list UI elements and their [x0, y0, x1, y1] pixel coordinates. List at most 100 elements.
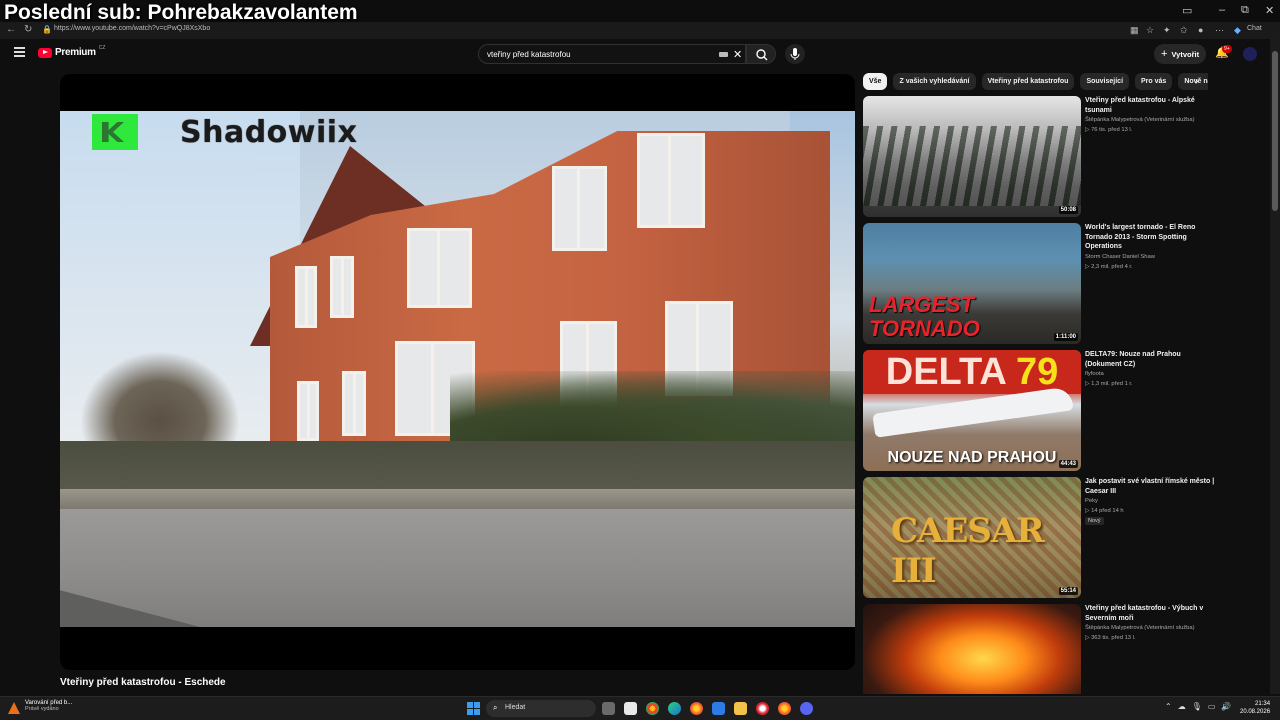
- duration-badge: 50:08: [1058, 206, 1078, 214]
- duration-badge: 1:11:00: [1053, 333, 1078, 341]
- url-field[interactable]: https://www.youtube.com/watch?v=cPwQJ8Xs…: [54, 25, 210, 32]
- channel-name[interactable]: Štěpánka Malypetrová (Veterinární služba…: [1085, 117, 1195, 123]
- site-info-icon[interactable]: 🔒: [42, 25, 52, 34]
- edge-icon[interactable]: [668, 702, 681, 715]
- recommendation-item[interactable]: Vteřiny před katastrofou - Výbuch v Seve…: [863, 604, 1223, 694]
- system-tray[interactable]: ⌃ ☁ 🎙 ▭ 🔊: [1165, 702, 1231, 711]
- youtube-logo[interactable]: Premium CZ: [38, 45, 105, 58]
- start-icon[interactable]: [467, 702, 480, 715]
- recommendation-title[interactable]: Vteřiny před katastrofou - Alpské tsunam…: [1085, 96, 1215, 115]
- more-icon[interactable]: ⋯: [1215, 25, 1225, 35]
- video-meta: ▷ 1,3 mil. před 1 r.: [1085, 381, 1133, 387]
- recommendation-title[interactable]: DELTA79: Nouze nad Prahou (Dokument CZ): [1085, 350, 1215, 369]
- recommendation-item[interactable]: DELTA 79 NOUZE NAD PRAHOU 44:43 DELTA79:…: [863, 350, 1223, 472]
- channel-name[interactable]: flyfoota: [1085, 371, 1104, 377]
- video-thumbnail[interactable]: 50:08: [863, 96, 1081, 217]
- restore-icon[interactable]: ⧉: [1241, 4, 1249, 17]
- new-badge: Nový: [1085, 517, 1104, 525]
- video-meta: ▷ 363 tis. před 13 l.: [1085, 635, 1136, 641]
- clock[interactable]: 21:34 20.08.2026: [1240, 700, 1270, 716]
- chip-for-you[interactable]: Pro vás: [1135, 73, 1173, 90]
- recommendation-item[interactable]: CAESAR III 55:14 Jak postavit své vlastn…: [863, 477, 1223, 599]
- close-window-icon[interactable]: ✕: [1265, 4, 1274, 17]
- video-thumbnail[interactable]: [863, 604, 1081, 694]
- video-thumbnail[interactable]: LARGEST TORNADO 1:11:00: [863, 223, 1081, 344]
- chip-all[interactable]: Vše: [863, 73, 888, 90]
- video-frame[interactable]: [60, 111, 855, 627]
- video-meta: ▷ 76 tis. před 13 l.: [1085, 127, 1133, 133]
- search-input[interactable]: vteřiny před katastrofou ✕: [478, 44, 746, 64]
- page-scrollbar[interactable]: [1270, 39, 1280, 694]
- search-value: vteřiny před katastrofou: [487, 50, 571, 59]
- video-thumbnail[interactable]: DELTA 79 NOUZE NAD PRAHOU 44:43: [863, 350, 1081, 471]
- chat-button[interactable]: Chat: [1247, 25, 1277, 35]
- chip-series[interactable]: Vteřiny před katastrofou: [981, 73, 1075, 90]
- video-meta: ▷ 2,3 mil. před 4 r.: [1085, 264, 1133, 270]
- mail-icon[interactable]: [712, 702, 725, 715]
- filter-chips: Vše Z vašich vyhledávání Vteřiny před ka…: [863, 73, 1208, 91]
- tab-actions-icon[interactable]: ▭: [1182, 4, 1192, 17]
- chevron-up-icon[interactable]: ⌃: [1165, 702, 1172, 711]
- video-thumbnail[interactable]: CAESAR III 55:14: [863, 477, 1081, 598]
- watermark-logo-icon: [92, 114, 138, 150]
- microphone-icon: [790, 48, 800, 60]
- recommendation-title[interactable]: World's largest tornado - El Reno Tornad…: [1085, 223, 1215, 252]
- search-icon: ⌕: [493, 703, 498, 712]
- recommendation-item[interactable]: LARGEST TORNADO 1:11:00 World's largest t…: [863, 223, 1223, 345]
- keyboard-icon[interactable]: [719, 52, 728, 57]
- file-explorer-icon[interactable]: [734, 702, 747, 715]
- channel-name[interactable]: Štěpánka Malypetrová (Veterinární služba…: [1085, 625, 1195, 631]
- recommendation-title[interactable]: Vteřiny před katastrofou - Výbuch v Seve…: [1085, 604, 1215, 623]
- video-meta: ▷ 14 před 14 h: [1085, 508, 1124, 514]
- chip-recently-uploaded[interactable]: Nově nahráno: [1178, 73, 1208, 90]
- logo-text: Premium: [55, 47, 96, 58]
- stream-overlay-title: Poslední sub: Pohrebakzavolantem: [4, 1, 358, 24]
- extensions-icon[interactable]: ✦: [1163, 25, 1173, 35]
- channel-name[interactable]: Peky: [1085, 498, 1098, 504]
- clear-search-icon[interactable]: ✕: [733, 48, 742, 61]
- profile-icon[interactable]: ●: [1198, 25, 1208, 35]
- plus-icon: +: [1161, 48, 1168, 60]
- firefox-alt-icon[interactable]: [778, 702, 791, 715]
- apps-icon[interactable]: ▦: [1130, 25, 1140, 35]
- create-label: Vytvořit: [1171, 49, 1200, 59]
- discord-icon[interactable]: [800, 702, 813, 715]
- youtube-play-icon: [38, 47, 52, 58]
- scroll-thumb[interactable]: [1272, 51, 1278, 211]
- video-player[interactable]: Shadowiix: [60, 74, 855, 670]
- copilot-icon[interactable]: ◆: [1234, 25, 1244, 35]
- chevron-right-icon[interactable]: ›: [1195, 76, 1198, 87]
- duration-badge: 55:14: [1058, 587, 1078, 595]
- chip-related[interactable]: Související: [1080, 73, 1130, 90]
- warning-icon: [8, 702, 20, 714]
- task-view-icon[interactable]: [602, 702, 615, 715]
- volume-icon[interactable]: 🔊: [1221, 702, 1231, 711]
- create-button[interactable]: + Vytvořit: [1154, 44, 1206, 64]
- channel-name[interactable]: Storm Chaser Daniel Shaw: [1085, 254, 1155, 260]
- taskbar-notification[interactable]: Varování před b... Právě vydáno: [8, 700, 72, 714]
- favorites-bar-icon[interactable]: ✩: [1180, 25, 1190, 35]
- windows-taskbar: Varování před b... Právě vydáno ⌕ Hledat…: [0, 696, 1280, 720]
- youtube-header: Premium CZ vteřiny před katastrofou ✕ + …: [0, 39, 1270, 69]
- menu-icon[interactable]: [14, 47, 25, 57]
- search-button[interactable]: [746, 44, 776, 64]
- display-icon[interactable]: ▭: [1208, 702, 1216, 711]
- taskbar-search[interactable]: ⌕ Hledat: [486, 700, 596, 717]
- back-icon[interactable]: ←: [6, 24, 16, 35]
- chip-from-searches[interactable]: Z vašich vyhledávání: [893, 73, 976, 90]
- avatar[interactable]: [1243, 47, 1257, 61]
- voice-search-button[interactable]: [785, 44, 805, 64]
- favorite-icon[interactable]: ☆: [1146, 25, 1156, 35]
- minimize-icon[interactable]: –: [1219, 4, 1225, 16]
- cloud-icon[interactable]: ☁: [1178, 702, 1186, 711]
- reload-icon[interactable]: ↻: [24, 24, 32, 35]
- widgets-icon[interactable]: [624, 702, 637, 715]
- recommendation-item[interactable]: 50:08 Vteřiny před katastrofou - Alpské …: [863, 96, 1223, 218]
- recommendation-title[interactable]: Jak postavit své vlastní římské město | …: [1085, 477, 1215, 496]
- watermark-text: Shadowiix: [180, 114, 358, 150]
- app-icon[interactable]: [756, 702, 769, 715]
- chrome-icon[interactable]: [646, 702, 659, 715]
- firefox-icon[interactable]: [690, 702, 703, 715]
- microphone-icon[interactable]: 🎙: [1192, 702, 1202, 711]
- notifications-badge: 9+: [1222, 45, 1232, 53]
